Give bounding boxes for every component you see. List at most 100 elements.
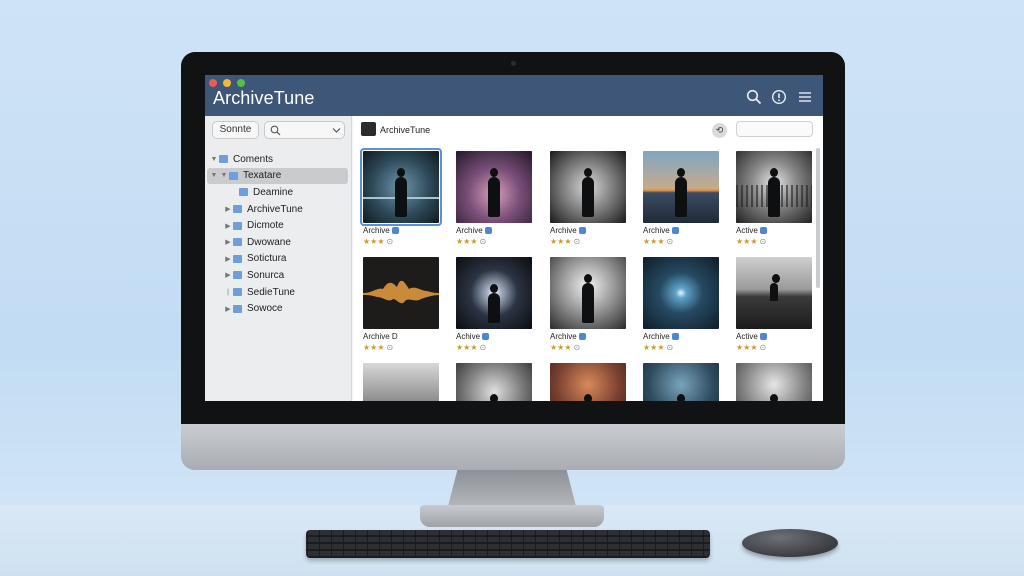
badge-icon xyxy=(759,333,767,340)
sync-icon[interactable]: ⟲ xyxy=(712,123,727,138)
info-icon[interactable]: ⊙ xyxy=(387,343,394,352)
sidebar-item[interactable]: ▶ Dwowane xyxy=(205,234,352,251)
sidebar-item[interactable]: ▶ Dicmote xyxy=(205,217,352,234)
sidebar-item[interactable]: ▶ Sowoce xyxy=(205,300,352,317)
monitor-chin xyxy=(181,424,845,470)
silhouette-figure xyxy=(488,284,500,323)
disclosure-closed-icon[interactable]: ▶ xyxy=(223,222,233,230)
album-tile[interactable]: Archive ★★★ ⊙ xyxy=(642,150,722,250)
info-icon[interactable]: ⊙ xyxy=(387,237,394,246)
silhouette-figure xyxy=(582,274,594,323)
album-tile[interactable]: Active ★★★ ⊙ xyxy=(735,256,815,356)
filter-button[interactable]: Sonnte xyxy=(212,121,259,139)
info-icon[interactable]: ⊙ xyxy=(480,343,487,352)
badge-icon xyxy=(759,227,767,234)
album-tile[interactable]: Active ★★★ ⊙ xyxy=(735,150,815,250)
album-tile[interactable] xyxy=(455,362,535,401)
scrollbar[interactable] xyxy=(816,148,820,288)
silhouette-figure xyxy=(675,168,687,217)
rating-stars[interactable]: ★★★ ⊙ xyxy=(550,343,580,352)
info-icon[interactable]: ⊙ xyxy=(667,237,674,246)
folder-icon xyxy=(233,271,242,280)
rating-stars[interactable]: ★★★ ⊙ xyxy=(363,237,393,246)
titlebar: ArchiveTune xyxy=(205,75,823,116)
disclosure-closed-icon[interactable]: ▶ xyxy=(223,205,233,213)
info-icon[interactable]: ⊙ xyxy=(760,237,767,246)
badge-icon xyxy=(484,227,492,234)
sidebar-item[interactable]: ▼ Coments xyxy=(205,151,352,168)
disclosure-open-icon[interactable]: ▼ xyxy=(209,156,219,163)
album-art xyxy=(456,151,532,223)
content-search-input[interactable] xyxy=(736,121,813,137)
info-icon[interactable]: ⊙ xyxy=(574,237,581,246)
rating-stars[interactable]: ★★★ ⊙ xyxy=(643,237,673,246)
album-art xyxy=(360,148,442,226)
album-tile[interactable]: Archive ★★★ ⊙ xyxy=(455,150,535,250)
silhouette-figure xyxy=(770,274,780,301)
album-tile[interactable] xyxy=(735,362,815,401)
album-art xyxy=(363,257,439,329)
search-icon[interactable] xyxy=(746,89,762,105)
waveform-art xyxy=(363,280,439,304)
info-icon[interactable] xyxy=(771,89,787,105)
disclosure-closed-icon[interactable]: ▶ xyxy=(223,255,233,263)
info-icon[interactable]: ⊙ xyxy=(760,343,767,352)
sidebar-item[interactable]: ▶ ArchiveTune xyxy=(205,201,352,218)
sidebar-item[interactable]: | SedieTune xyxy=(205,284,352,301)
info-icon[interactable]: ⊙ xyxy=(574,343,581,352)
disclosure-open-icon[interactable]: ▼ xyxy=(219,172,229,179)
album-tile[interactable]: Archive ★★★ ⊙ xyxy=(549,150,629,250)
content-header: ArchiveTune ⟲ xyxy=(353,116,823,143)
disclosure-closed-icon[interactable]: ▶ xyxy=(223,271,233,279)
monitor-stand xyxy=(447,470,577,510)
badge-icon xyxy=(391,227,399,234)
sidebar-search-field[interactable] xyxy=(264,121,345,139)
minimize-window-button[interactable] xyxy=(223,79,231,87)
info-icon[interactable]: ⊙ xyxy=(667,343,674,352)
zoom-window-button[interactable] xyxy=(237,79,245,87)
folder-icon xyxy=(233,238,242,247)
rating-stars[interactable]: ★★★ ⊙ xyxy=(456,237,486,246)
close-window-button[interactable] xyxy=(209,79,217,87)
album-tile[interactable]: Archive D ★★★ ⊙ xyxy=(362,256,442,356)
disclosure-closed-icon[interactable]: ▶ xyxy=(223,238,233,246)
album-title: Achive xyxy=(456,332,490,341)
album-art xyxy=(643,363,719,401)
folder-icon xyxy=(239,188,248,197)
album-tile[interactable] xyxy=(549,362,629,401)
album-tile[interactable]: Archive ★★★ ⊙ xyxy=(360,148,442,250)
silhouette-figure xyxy=(395,168,407,217)
rating-stars[interactable]: ★★★ ⊙ xyxy=(643,343,673,352)
album-title: Archive xyxy=(550,332,586,341)
album-tile[interactable] xyxy=(642,362,722,401)
app-window: ArchiveTune Sonnte ▼ Coments ▼ ▼ Texatar… xyxy=(205,75,823,401)
rating-stars[interactable]: ★★★ ⊙ xyxy=(363,343,393,352)
album-tile[interactable]: Archive ★★★ ⊙ xyxy=(549,256,629,356)
content-title: ArchiveTune xyxy=(380,125,431,135)
sidebar-item[interactable]: ▶ Sonurca xyxy=(205,267,352,284)
album-tile[interactable] xyxy=(362,362,442,401)
rating-stars[interactable]: ★★★ ⊙ xyxy=(736,343,766,352)
album-art xyxy=(736,257,812,329)
album-art xyxy=(643,257,719,329)
sidebar-item[interactable]: ▶ Sotictura xyxy=(205,251,352,268)
sidebar-item[interactable]: Deamine xyxy=(205,184,352,201)
rating-stars[interactable]: ★★★ ⊙ xyxy=(550,237,580,246)
album-tile[interactable]: Achive ★★★ ⊙ xyxy=(455,256,535,356)
chevron-down-icon[interactable] xyxy=(332,127,341,134)
album-tile[interactable]: Archive ★★★ ⊙ xyxy=(642,256,722,356)
disclosure-closed-icon[interactable]: ▶ xyxy=(223,305,233,313)
library-thumbnail xyxy=(361,122,376,136)
rating-stars[interactable]: ★★★ ⊙ xyxy=(736,237,766,246)
menu-icon[interactable] xyxy=(797,89,813,105)
album-art xyxy=(456,363,532,401)
album-title: Active xyxy=(736,332,767,341)
info-icon[interactable]: ⊙ xyxy=(480,237,487,246)
disclosure-open-icon[interactable]: ▼ xyxy=(209,172,219,179)
folder-icon xyxy=(233,288,242,297)
sidebar-item-selected[interactable]: ▼ ▼ Texatare xyxy=(205,167,352,185)
album-title: Archive xyxy=(456,226,492,235)
silhouette-figure xyxy=(768,168,780,217)
rating-stars[interactable]: ★★★ ⊙ xyxy=(456,343,486,352)
folder-icon xyxy=(229,171,238,180)
